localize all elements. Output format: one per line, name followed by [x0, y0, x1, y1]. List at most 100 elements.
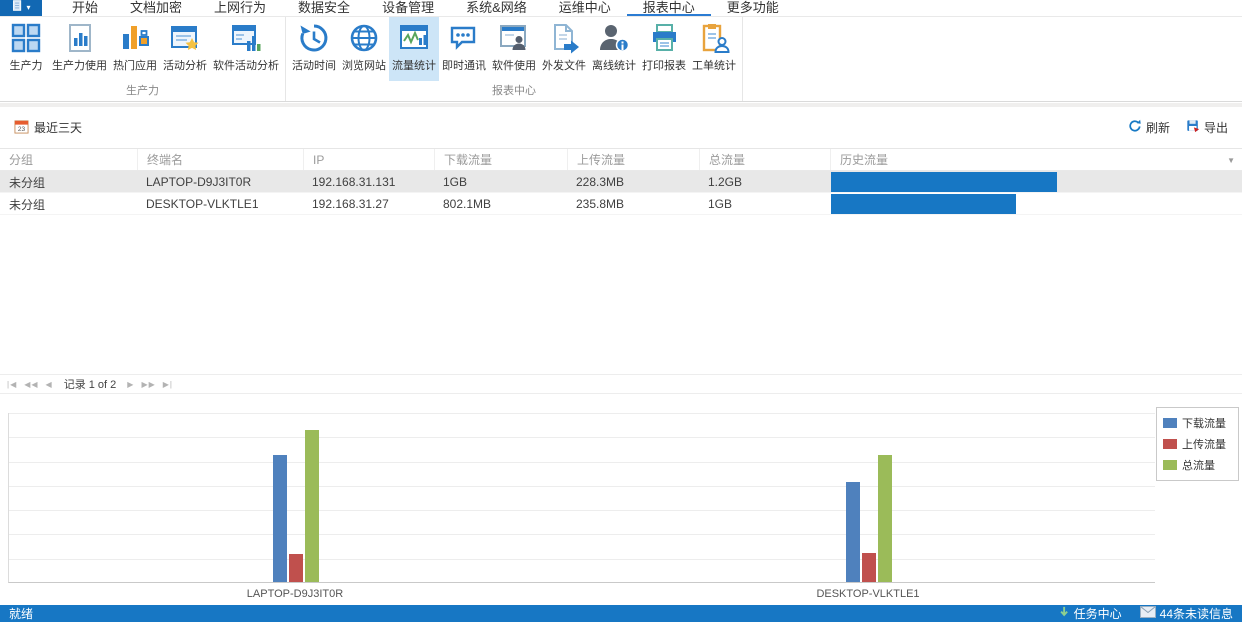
status-bar: 就绪 任务中心 44条未读信息 [0, 605, 1242, 622]
menu-tab[interactable]: 运维中心 [543, 0, 627, 16]
column-header[interactable]: IP [303, 149, 434, 170]
ribbon-button[interactable]: 活动分析 [160, 17, 210, 81]
date-range-label: 最近三天 [34, 121, 83, 135]
ribbon-group-buttons: 活动时间 浏览网站 流量统计 即时通讯 软件使用 外发文件 离线统计 打印报表 工单统计 [289, 17, 739, 81]
download-arrow-icon [1059, 606, 1069, 621]
legend-swatch [1163, 460, 1177, 470]
column-header[interactable]: 上传流量 [567, 149, 699, 170]
chart-category-label: DESKTOP-VLKTLE1 [816, 588, 920, 600]
column-header[interactable]: 下载流量 [434, 149, 567, 170]
legend-item: 上传流量 [1163, 436, 1232, 452]
ribbon-button[interactable]: 外发文件 [539, 17, 589, 81]
chat-icon [448, 22, 480, 54]
chart-bar [305, 430, 319, 582]
export-button[interactable]: 导出 [1186, 119, 1228, 136]
productivity-grid-icon [10, 22, 42, 54]
menu-tab[interactable]: 更多功能 [711, 0, 795, 16]
column-filter-caret-icon[interactable]: ▼ [1227, 156, 1235, 165]
cell-total: 1GB [708, 197, 733, 211]
chevron-down-icon: ▾ [26, 3, 31, 12]
legend-swatch [1163, 418, 1177, 428]
menu-tab[interactable]: 上网行为 [198, 0, 282, 16]
ribbon-button[interactable]: 活动时间 [289, 17, 339, 81]
column-header[interactable]: 总流量 [699, 149, 830, 170]
chart-gridline [9, 486, 1155, 487]
column-header[interactable]: 分组 [0, 149, 137, 170]
chart-gridline [9, 510, 1155, 511]
legend-item: 总流量 [1163, 457, 1232, 473]
pager-first-button[interactable]: |◀ [7, 380, 17, 389]
ribbon-button-label: 活动分析 [163, 60, 207, 72]
pager-prev-button[interactable]: ◀ [46, 380, 53, 389]
ribbon-button[interactable]: 工单统计 [689, 17, 739, 81]
unread-messages-button[interactable]: 44条未读信息 [1139, 605, 1233, 622]
clock-icon [298, 22, 330, 54]
table-header: 分组 终端名 IP 下载流量 上传流量 总流量 历史流量 ▼ [0, 148, 1242, 171]
ribbon-button-label: 工单统计 [692, 60, 736, 72]
ribbon-button-label: 软件活动分析 [213, 60, 279, 72]
hot-apps-icon [119, 22, 151, 54]
table-row[interactable]: 未分组 LAPTOP-D9J3IT0R 192.168.31.131 1GB 228.3… [0, 171, 1242, 193]
doc-star-icon [169, 22, 201, 54]
legend-item: 下载流量 [1163, 415, 1232, 431]
ribbon-button[interactable]: 打印报表 [639, 17, 689, 81]
action-label: 刷新 [1145, 121, 1170, 135]
refresh-button[interactable]: 刷新 [1128, 119, 1170, 136]
menu-tab[interactable]: 数据安全 [282, 0, 366, 16]
ribbon-button[interactable]: 生产力使用 [49, 17, 110, 81]
cell-download: 802.1MB [443, 197, 492, 211]
menu-tab[interactable]: 开始 [56, 0, 114, 16]
column-header[interactable]: 历史流量 [830, 149, 1242, 170]
cell-history [830, 171, 1242, 193]
cell-upload: 228.3MB [576, 175, 625, 189]
cell-group: 未分组 [9, 197, 46, 212]
ribbon-button[interactable]: 即时通讯 [439, 17, 489, 81]
ribbon-button[interactable]: 离线统计 [589, 17, 639, 81]
chart-category-label: LAPTOP-D9J3IT0R [246, 588, 344, 600]
doc-arrow-icon [548, 22, 580, 54]
filter-bar: 23 最近三天 刷新 导出 [0, 107, 1242, 148]
user-info-icon [598, 22, 630, 54]
pager-next-button[interactable]: ▶ [127, 380, 134, 389]
status-item-label: 44条未读信息 [1159, 607, 1233, 621]
ribbon-group: 活动时间 浏览网站 流量统计 即时通讯 软件使用 外发文件 离线统计 打印报表 工单统计报表中心 [286, 17, 743, 101]
ribbon-button-label: 外发文件 [542, 60, 586, 72]
export-icon [1186, 119, 1200, 136]
cell-ip: 192.168.31.27 [312, 197, 389, 211]
ribbon-button-label: 活动时间 [292, 60, 336, 72]
pager-prev-page-button[interactable]: ◀◀ [24, 380, 38, 389]
clipboard-user-icon [698, 22, 730, 54]
ribbon-button[interactable]: 热门应用 [110, 17, 160, 81]
status-bar-right: 任务中心 44条未读信息 [1059, 605, 1233, 622]
printer-icon [648, 22, 680, 54]
mail-icon [1139, 606, 1156, 621]
menu-tab[interactable]: 文档加密 [114, 0, 198, 16]
pager-next-page-button[interactable]: ▶▶ [141, 380, 155, 389]
window-user-icon [498, 22, 530, 54]
task-center-button[interactable]: 任务中心 [1059, 605, 1122, 622]
globe-icon [348, 22, 380, 54]
pager-last-button[interactable]: ▶| [163, 380, 173, 389]
column-header[interactable]: 终端名 [137, 149, 303, 170]
menu-tab[interactable]: 系统&网络 [450, 0, 543, 16]
ribbon-group-label: 报表中心 [492, 85, 536, 97]
ribbon-button-label: 软件使用 [492, 60, 536, 72]
date-range-filter[interactable]: 23 最近三天 [14, 119, 82, 137]
app-menu-button[interactable]: ▾ [0, 0, 42, 16]
ribbon-button[interactable]: 生产力 [3, 17, 49, 81]
refresh-icon [1128, 119, 1142, 136]
cell-terminal: LAPTOP-D9J3IT0R [146, 175, 252, 189]
table-row[interactable]: 未分组 DESKTOP-VLKTLE1 192.168.31.27 802.1MB 23… [0, 193, 1242, 215]
pager-record-text: 记录 1 of 2 [63, 379, 117, 391]
ribbon-button[interactable]: 软件使用 [489, 17, 539, 81]
menu-tab[interactable]: 报表中心 [626, 0, 711, 16]
ribbon-button[interactable]: 流量统计 [389, 17, 439, 81]
svg-text:23: 23 [18, 126, 26, 133]
ribbon-button[interactable]: 浏览网站 [339, 17, 389, 81]
chart-bar [289, 554, 303, 582]
menu-tab[interactable]: 设备管理 [366, 0, 450, 16]
ribbon-button-label: 流量统计 [392, 60, 436, 72]
table-body: 未分组 LAPTOP-D9J3IT0R 192.168.31.131 1GB 228.3… [0, 171, 1242, 215]
calendar-icon: 23 [14, 119, 29, 137]
ribbon-button[interactable]: 软件活动分析 [210, 17, 282, 81]
